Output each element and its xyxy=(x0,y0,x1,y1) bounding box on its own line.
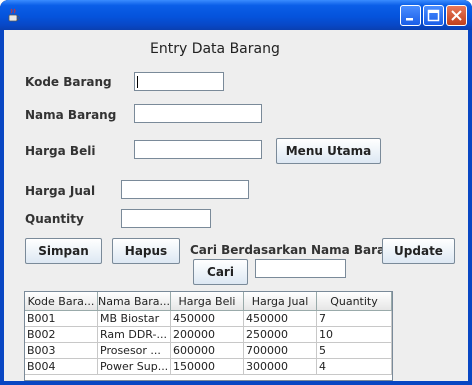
close-button[interactable] xyxy=(446,5,467,26)
harga-beli-field[interactable] xyxy=(134,140,262,159)
table-cell: 10 xyxy=(317,327,392,343)
search-label: Cari Berdasarkan Nama Barang xyxy=(190,243,403,257)
table-cell: B002 xyxy=(25,327,98,343)
search-input[interactable] xyxy=(255,259,346,278)
data-table[interactable]: Kode Bara... Nama Bara... Harga Beli Har… xyxy=(24,291,393,381)
close-icon xyxy=(451,10,462,21)
table-cell: Power Sup... xyxy=(98,359,171,375)
maximize-button[interactable] xyxy=(423,5,444,26)
table-cell: 700000 xyxy=(244,343,317,359)
table-cell: Ram DDR-... xyxy=(98,327,171,343)
table-cell: 450000 xyxy=(244,311,317,327)
simpan-button[interactable]: Simpan xyxy=(25,238,102,264)
application-window: Entry Data Barang Kode Barang Nama Baran… xyxy=(0,0,472,385)
harga-jual-field[interactable] xyxy=(121,180,249,199)
text-caret xyxy=(137,76,138,88)
nama-barang-field[interactable] xyxy=(134,104,262,123)
table-row[interactable]: B004 Power Sup... 150000 300000 4 xyxy=(25,359,392,375)
table-cell: 7 xyxy=(317,311,392,327)
harga-jual-label: Harga Jual xyxy=(25,184,96,198)
update-button[interactable]: Update xyxy=(382,238,455,264)
table-cell: 4 xyxy=(317,359,392,375)
table-cell: B001 xyxy=(25,311,98,327)
column-header[interactable]: Kode Bara... xyxy=(25,292,98,311)
table-cell: 600000 xyxy=(171,343,244,359)
cari-button[interactable]: Cari xyxy=(193,259,248,285)
table-cell: B004 xyxy=(25,359,98,375)
title-bar[interactable] xyxy=(0,0,472,30)
kode-barang-field[interactable] xyxy=(134,72,224,91)
minimize-icon xyxy=(406,18,413,21)
quantity-label: Quantity xyxy=(25,212,84,226)
table-header: Kode Bara... Nama Bara... Harga Beli Har… xyxy=(25,292,392,311)
column-header[interactable]: Nama Bara... xyxy=(98,292,171,311)
kode-barang-label: Kode Barang xyxy=(25,75,112,89)
maximize-icon xyxy=(427,9,440,22)
table-cell: 450000 xyxy=(171,311,244,327)
quantity-field[interactable] xyxy=(121,209,211,228)
nama-barang-label: Nama Barang xyxy=(25,108,117,122)
java-cup-icon xyxy=(8,8,20,22)
table-cell: Prosesor ... xyxy=(98,343,171,359)
minimize-button[interactable] xyxy=(400,5,421,26)
table-row[interactable]: B001 MB Biostar 450000 450000 7 xyxy=(25,311,392,327)
column-header[interactable]: Harga Beli xyxy=(171,292,244,311)
column-header[interactable]: Quantity xyxy=(317,292,392,311)
hapus-button[interactable]: Hapus xyxy=(112,238,180,264)
table-cell: 250000 xyxy=(244,327,317,343)
table-cell: 300000 xyxy=(244,359,317,375)
harga-beli-label: Harga Beli xyxy=(25,144,96,158)
column-header[interactable]: Harga Jual xyxy=(244,292,317,311)
window-frame-right xyxy=(468,30,472,385)
table-row[interactable]: B002 Ram DDR-... 200000 250000 10 xyxy=(25,327,392,343)
window-frame-bottom xyxy=(0,381,472,385)
table-cell: MB Biostar xyxy=(98,311,171,327)
table-cell: 200000 xyxy=(171,327,244,343)
table-cell: B003 xyxy=(25,343,98,359)
table-row[interactable]: B003 Prosesor ... 600000 700000 5 xyxy=(25,343,392,359)
menu-utama-button[interactable]: Menu Utama xyxy=(276,138,381,164)
form-title: Entry Data Barang xyxy=(150,41,280,57)
table-cell: 5 xyxy=(317,343,392,359)
table-cell: 150000 xyxy=(171,359,244,375)
